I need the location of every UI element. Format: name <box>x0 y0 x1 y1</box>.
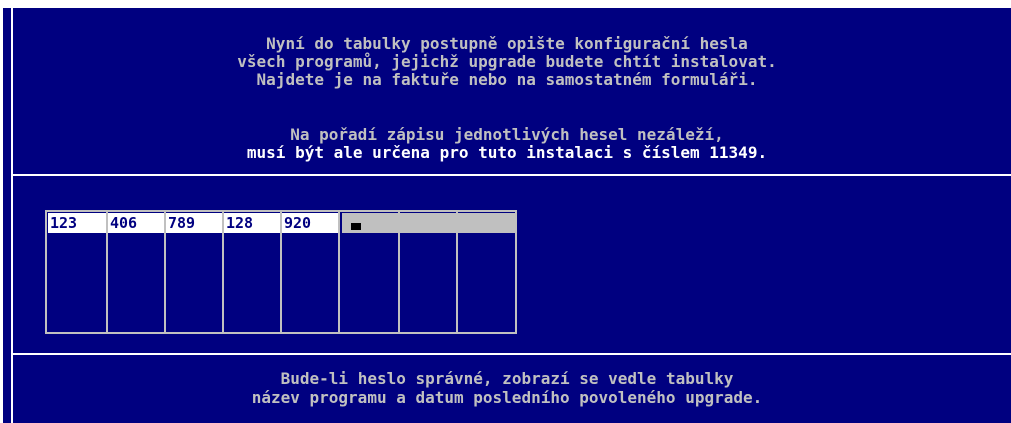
table-column-divider <box>398 212 400 332</box>
instruction-line-5: musí být ale určena pro tuto instalaci s… <box>246 143 768 162</box>
top-divider <box>11 174 1011 176</box>
footer-line-2: název programu a datum posledního povole… <box>251 388 763 407</box>
password-cell-4[interactable]: 128 <box>224 213 280 233</box>
table-column-divider <box>456 212 458 332</box>
text-cursor <box>351 223 361 230</box>
instruction-line-2: všech programů, jejichž upgrade budete c… <box>237 52 777 71</box>
password-cell-1[interactable]: 123 <box>48 213 106 233</box>
password-cell-2[interactable]: 406 <box>108 213 164 233</box>
table-column-divider <box>338 212 340 332</box>
table-column-divider <box>222 212 224 332</box>
password-table: 123 406 789 128 920 <box>45 210 517 334</box>
table-column-divider <box>106 212 108 332</box>
footer-line-1: Bude-li heslo správné, zobrazí se vedle … <box>280 369 734 388</box>
instruction-line-4: Na pořadí zápisu jednotlivých hesel nezá… <box>290 125 724 144</box>
instruction-line-3: Najdete je na faktuře nebo na samostatné… <box>256 70 758 89</box>
password-cell-8[interactable] <box>458 213 515 233</box>
instruction-line-1: Nyní do tabulky postupně opište konfigur… <box>266 34 748 53</box>
bottom-divider <box>11 353 1011 355</box>
password-cell-7[interactable] <box>400 213 456 233</box>
password-cell-5[interactable]: 920 <box>282 213 338 233</box>
installer-screen: Nyní do tabulky postupně opište konfigur… <box>3 8 1011 423</box>
password-cell-3[interactable]: 789 <box>166 213 222 233</box>
table-column-divider <box>280 212 282 332</box>
table-column-divider <box>164 212 166 332</box>
